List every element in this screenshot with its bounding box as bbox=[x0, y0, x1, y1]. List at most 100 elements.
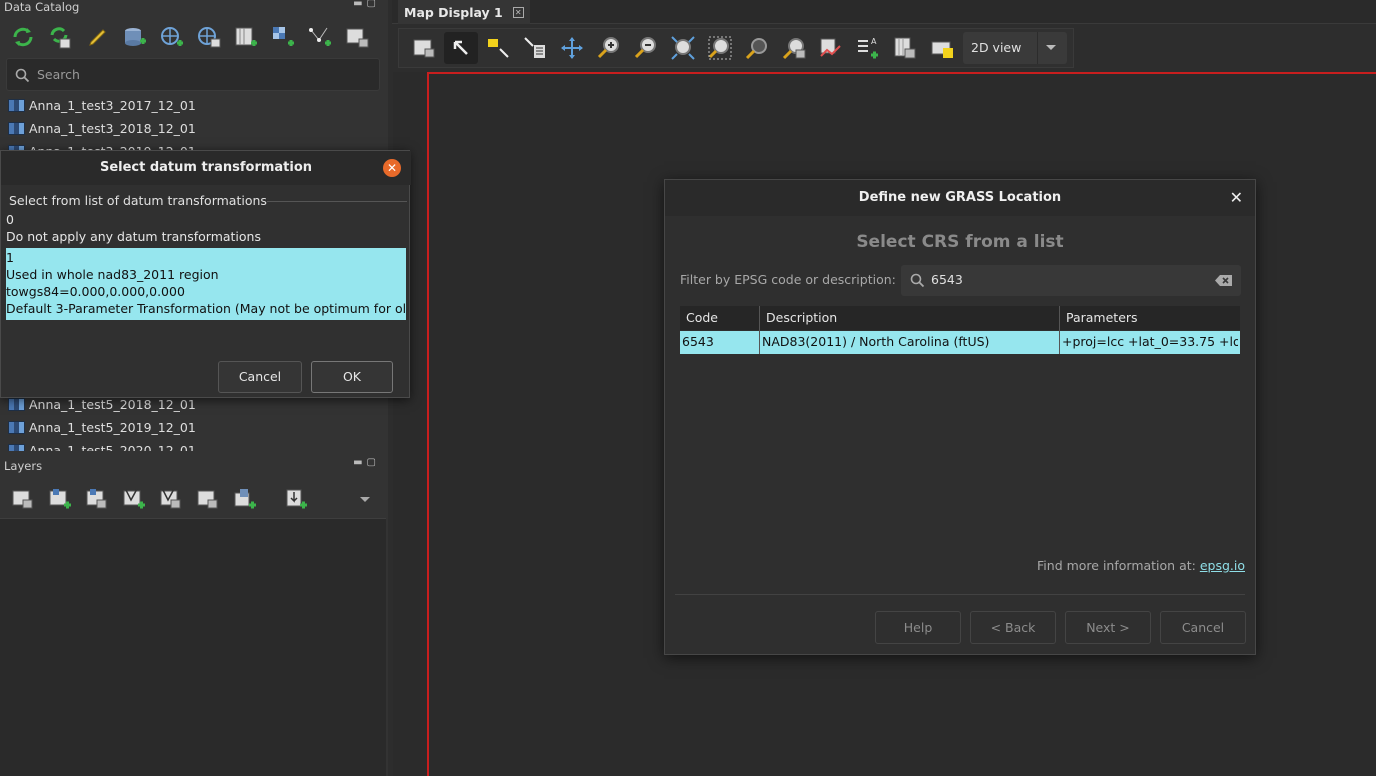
cell-parameters: +proj=lcc +lat_0=33.75 +lon… bbox=[1062, 334, 1238, 349]
dialog-title: Select datum transformation bbox=[1, 151, 411, 185]
add-mapset-icon[interactable] bbox=[233, 24, 259, 50]
column-divider bbox=[1059, 306, 1060, 354]
zoom-extent-icon[interactable] bbox=[669, 34, 697, 62]
view-mode-value: 2D view bbox=[971, 40, 1022, 55]
close-tab-icon[interactable]: ✕ bbox=[512, 6, 524, 18]
add-vector-icon[interactable] bbox=[121, 486, 147, 512]
add-db-icon[interactable] bbox=[122, 24, 148, 50]
close-icon[interactable]: ✕ bbox=[383, 159, 401, 177]
layer-tree[interactable] bbox=[0, 518, 386, 776]
layers-dock-float-close[interactable]: ▬▢ bbox=[353, 457, 380, 468]
catalog-item[interactable]: Anna_1_test3_2017_12_01 bbox=[8, 94, 196, 116]
epsg-filter-input[interactable]: 6543 bbox=[901, 265, 1241, 296]
next-button[interactable]: Next > bbox=[1065, 611, 1151, 644]
cell-description: NAD83(2011) / North Carolina (ftUS) bbox=[762, 334, 990, 349]
table-header: Code Description Parameters bbox=[680, 306, 1240, 330]
search-placeholder: Search bbox=[37, 67, 80, 82]
select-icon[interactable] bbox=[484, 34, 512, 62]
help-button[interactable]: Help bbox=[875, 611, 961, 644]
catalog-item-label: Anna_1_test5_2018_12_01 bbox=[29, 396, 196, 412]
import-location-icon[interactable] bbox=[196, 24, 222, 50]
decorations-icon[interactable]: A bbox=[854, 34, 882, 62]
catalog-item-label: Anna_1_test3_2018_12_01 bbox=[29, 120, 196, 136]
epsg-link[interactable]: epsg.io bbox=[1200, 558, 1245, 573]
group-divider bbox=[267, 201, 407, 202]
catalog-item[interactable]: Anna_1_test3_2018_12_01 bbox=[8, 117, 196, 139]
catalog-item[interactable]: Anna_1_test5_2020_12_01 bbox=[8, 439, 196, 451]
zoom-back-icon[interactable] bbox=[743, 34, 771, 62]
reload-current-icon[interactable] bbox=[47, 24, 73, 50]
add-multiple-raster-icon[interactable] bbox=[84, 486, 110, 512]
view-mode-select[interactable]: 2D view bbox=[963, 32, 1067, 64]
add-overlay-icon[interactable] bbox=[195, 486, 221, 512]
ok-button[interactable]: OK bbox=[311, 361, 393, 393]
svg-text:A: A bbox=[871, 37, 877, 46]
zoom-region-icon[interactable] bbox=[706, 34, 734, 62]
print-icon[interactable] bbox=[928, 34, 956, 62]
column-header-code[interactable]: Code bbox=[686, 310, 718, 325]
search-icon bbox=[910, 273, 925, 288]
zoom-out-icon[interactable] bbox=[632, 34, 660, 62]
table-row[interactable]: 6543 NAD83(2011) / North Carolina (ftUS)… bbox=[680, 331, 1240, 354]
column-header-parameters[interactable]: Parameters bbox=[1066, 310, 1138, 325]
zoom-in-icon[interactable] bbox=[595, 34, 623, 62]
catalog-item[interactable]: Anna_1_test5_2019_12_01 bbox=[8, 416, 196, 438]
chevron-down-icon bbox=[1046, 45, 1056, 50]
catalog-item-label: Anna_1_test3_2017_12_01 bbox=[29, 97, 196, 113]
tab-label: Map Display 1 bbox=[404, 4, 503, 20]
add-group-icon[interactable] bbox=[232, 486, 258, 512]
catalog-item-label: Anna_1_test5_2019_12_01 bbox=[29, 419, 196, 435]
region-boundary bbox=[427, 72, 1376, 74]
layers-title: Layers bbox=[4, 459, 43, 473]
cancel-button[interactable]: Cancel bbox=[1160, 611, 1246, 644]
zoom-menu-icon[interactable] bbox=[780, 34, 808, 62]
raster-icon bbox=[8, 98, 25, 112]
divider bbox=[675, 594, 1245, 595]
display-icon[interactable] bbox=[410, 34, 438, 62]
export-icon[interactable] bbox=[344, 24, 370, 50]
import-vector-icon[interactable] bbox=[307, 24, 333, 50]
add-multiple-vector-icon[interactable] bbox=[158, 486, 184, 512]
import-raster-icon[interactable] bbox=[270, 24, 296, 50]
cancel-button[interactable]: Cancel bbox=[218, 361, 302, 393]
close-icon[interactable]: ✕ bbox=[1230, 188, 1243, 207]
more-icon[interactable] bbox=[352, 486, 378, 512]
add-raster-icon[interactable] bbox=[47, 486, 73, 512]
option-number: 0 bbox=[6, 212, 14, 227]
data-catalog-title: Data Catalog bbox=[4, 0, 80, 14]
tab-map-display[interactable]: Map Display 1 ✕ bbox=[398, 0, 530, 24]
raster-icon bbox=[8, 121, 25, 135]
pointer-icon[interactable] bbox=[447, 34, 475, 62]
save-icon[interactable] bbox=[891, 34, 919, 62]
raster-icon bbox=[8, 420, 25, 434]
column-divider bbox=[759, 306, 760, 354]
datum-transformation-dialog: Select datum transformation ✕ Select fro… bbox=[0, 150, 411, 398]
reload-icon[interactable] bbox=[10, 24, 36, 50]
region-boundary bbox=[427, 72, 429, 776]
raster-icon bbox=[8, 443, 25, 451]
group-label: Select from list of datum transformation… bbox=[9, 193, 267, 208]
import-layer-icon[interactable] bbox=[283, 486, 309, 512]
add-location-icon[interactable] bbox=[159, 24, 185, 50]
grass-location-dialog: Define new GRASS Location ✕ Select CRS f… bbox=[664, 179, 1256, 655]
back-button[interactable]: < Back bbox=[970, 611, 1056, 644]
dock-float-close[interactable]: ▬▢ bbox=[353, 0, 380, 9]
new-display-icon[interactable] bbox=[10, 486, 36, 512]
dialog-title: Define new GRASS Location bbox=[665, 180, 1255, 216]
column-header-description[interactable]: Description bbox=[766, 310, 837, 325]
datum-option-0[interactable]: 0 Do not apply any datum transformations bbox=[1, 209, 411, 246]
raster-icon bbox=[8, 397, 25, 411]
clear-input-icon[interactable] bbox=[1215, 274, 1233, 287]
option-number: 1 bbox=[6, 250, 14, 265]
edit-icon[interactable] bbox=[85, 24, 111, 50]
datum-option-1[interactable]: 1 Used in whole nad83_2011 region towgs8… bbox=[6, 248, 406, 320]
option-description: Do not apply any datum transformations bbox=[6, 229, 261, 244]
more-info: Find more information at: epsg.io bbox=[1037, 558, 1245, 573]
catalog-search-input[interactable]: Search bbox=[6, 58, 380, 91]
query-icon[interactable] bbox=[521, 34, 549, 62]
search-icon bbox=[15, 68, 30, 83]
catalog-item-label: Anna_1_test5_2020_12_01 bbox=[29, 442, 196, 452]
analyze-icon[interactable] bbox=[817, 34, 845, 62]
pan-icon[interactable] bbox=[558, 34, 586, 62]
tab-bar bbox=[392, 0, 1376, 24]
